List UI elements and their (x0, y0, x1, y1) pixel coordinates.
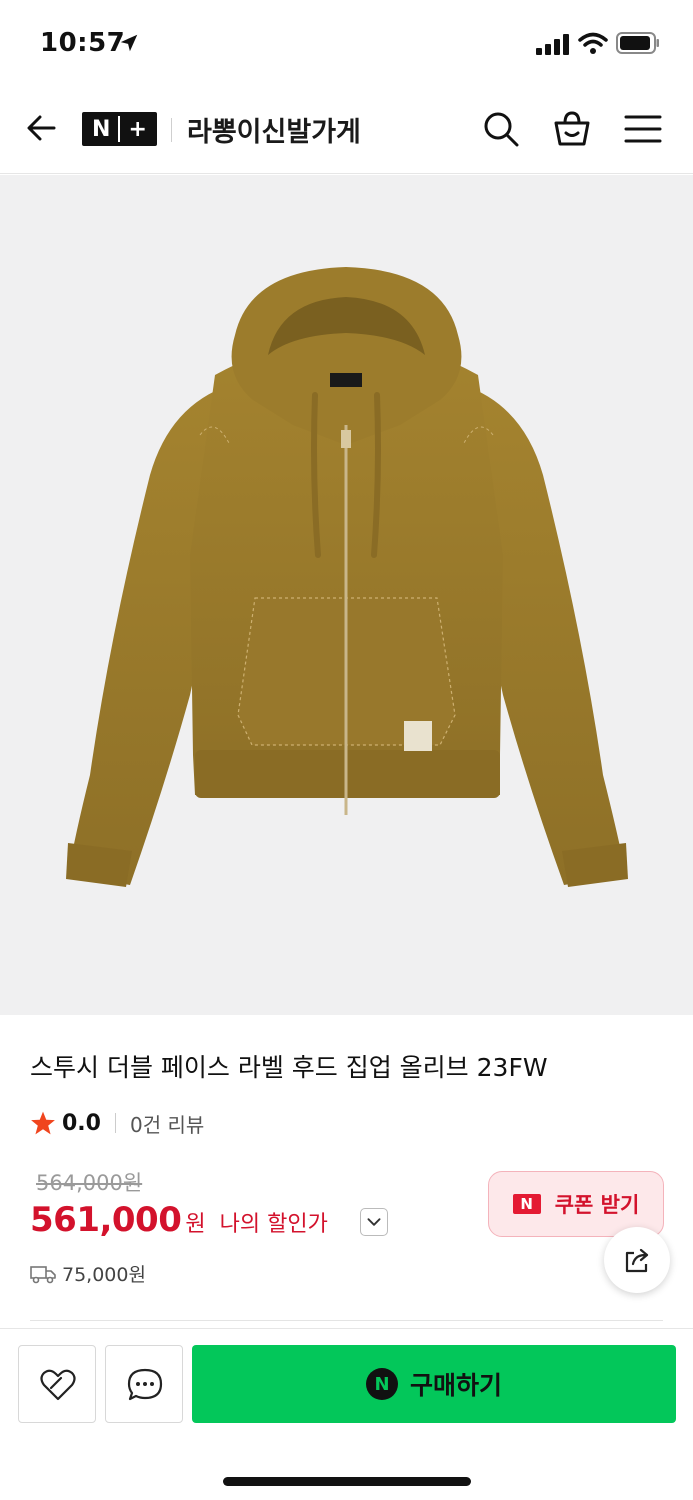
my-discount-label[interactable]: 나의 할인가 (220, 1206, 328, 1238)
shipping-row: 75,000원 (30, 1260, 146, 1287)
star-icon (31, 1111, 55, 1135)
cellular-signal-icon (536, 34, 569, 55)
naver-pay-badge: N (365, 1368, 398, 1400)
status-time: 10:57 (40, 28, 126, 58)
section-divider (30, 1320, 663, 1321)
share-button[interactable] (604, 1227, 670, 1293)
original-price: 564,000원 (36, 1171, 143, 1195)
hamburger-menu-icon[interactable] (622, 108, 664, 150)
home-indicator (223, 1477, 471, 1486)
store-name[interactable]: 라뽕이신발가게 (187, 110, 361, 149)
bottom-action-bar: N 구매하기 (0, 1328, 693, 1500)
top-navigation-bar: N + 라뽕이신발가게 (0, 90, 693, 174)
coupon-button-label: 쿠폰 받기 (554, 1193, 640, 1217)
naver-plus-store-logo[interactable]: N + (82, 112, 157, 146)
review-count-link[interactable]: 0건 리뷰 (130, 1109, 204, 1138)
talk-chat-button[interactable] (105, 1345, 183, 1423)
logo-plus: + (128, 116, 147, 142)
shopping-basket-icon[interactable] (551, 108, 593, 150)
product-image-gallery[interactable]: 1 / 3 (0, 175, 693, 1015)
sale-price: 561,000 (30, 1200, 182, 1240)
price-row: 561,000 원 나의 할인가 (30, 1200, 328, 1240)
chat-bubble-icon (127, 1368, 163, 1401)
search-icon[interactable] (480, 108, 522, 150)
battery-icon (616, 32, 659, 54)
share-icon (625, 1248, 649, 1273)
delivery-truck-icon (30, 1265, 56, 1283)
buy-now-label: 구매하기 (409, 1371, 502, 1400)
logo-n: N (92, 116, 111, 142)
buy-now-button[interactable]: N 구매하기 (192, 1345, 676, 1423)
rating-separator (114, 1113, 116, 1133)
currency-label: 원 (185, 1212, 206, 1237)
rating-value: 0.0 (62, 1110, 101, 1136)
status-bar: 10:57 (0, 0, 693, 90)
product-title: 스투시 더블 페이스 라벨 후드 집업 올리브 23FW (30, 1053, 548, 1082)
logo-divider (118, 116, 121, 142)
product-photo-hoodie (66, 267, 628, 887)
chevron-down-icon[interactable] (360, 1208, 388, 1236)
heart-icon (40, 1369, 76, 1401)
location-arrow-icon (120, 34, 138, 52)
back-arrow-icon[interactable] (22, 108, 62, 148)
wishlist-button[interactable] (18, 1345, 96, 1423)
rating-row: 0.0 0건 리뷰 (30, 1107, 204, 1139)
header-separator (171, 118, 172, 142)
shipping-fee: 75,000원 (62, 1264, 146, 1286)
coupon-n-badge: N (512, 1194, 541, 1214)
wifi-icon (578, 32, 608, 54)
